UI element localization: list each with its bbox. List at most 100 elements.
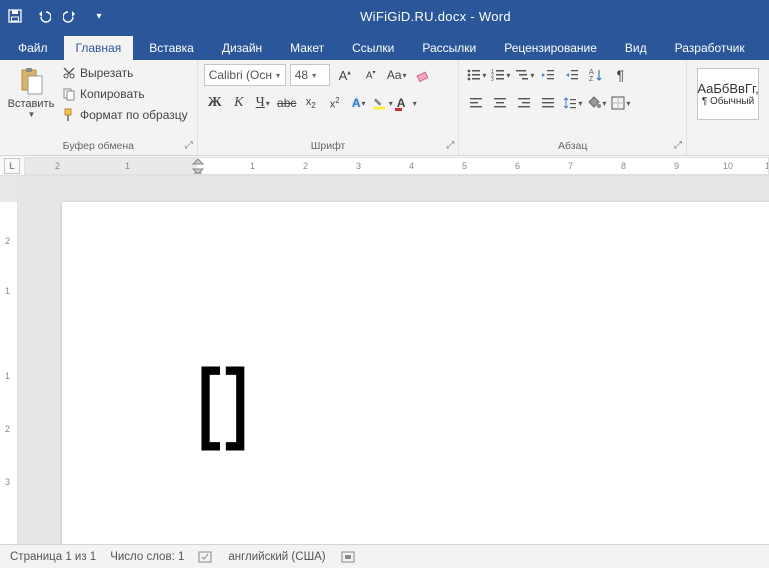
indent-icon <box>564 67 580 83</box>
superscript-button[interactable]: x2 <box>324 92 346 114</box>
tab-file[interactable]: Файл <box>6 36 60 60</box>
window-title: WiFiGiD.RU.docx - Word <box>108 9 763 24</box>
bucket-icon <box>586 95 601 111</box>
format-painter-button[interactable]: Формат по образцу <box>62 106 188 124</box>
style-preview: АаБбВвГг, <box>697 81 758 96</box>
quick-access-toolbar: ▾ <box>6 7 108 25</box>
show-marks-button[interactable]: ¶ <box>609 64 631 86</box>
text-effects-button[interactable]: A▾ <box>348 92 370 114</box>
horizontal-ruler[interactable]: 2 1 1 2 3 4 5 6 7 8 9 10 11 <box>24 157 769 175</box>
copy-label: Копировать <box>80 87 145 101</box>
outdent-icon <box>540 67 556 83</box>
ribbon: Вставить ▼ Вырезать Копировать Формат по… <box>0 60 769 156</box>
status-page[interactable]: Страница 1 из 1 <box>10 551 96 563</box>
group-paragraph: ▾ 123▾ ▾ AZ ¶ ▾ ▾ ▾ Абзац⤢ <box>459 60 687 155</box>
multilevel-list-button[interactable]: ▾ <box>513 64 535 86</box>
numbering-button[interactable]: 123▾ <box>489 64 511 86</box>
increase-indent-button[interactable] <box>561 64 583 86</box>
group-styles: АаБбВвГг, ¶ Обычный <box>687 60 769 155</box>
style-normal[interactable]: АаБбВвГг, ¶ Обычный <box>697 68 759 120</box>
highlight-button[interactable]: ▾ <box>372 92 394 114</box>
borders-button[interactable]: ▾ <box>609 92 631 114</box>
numbering-icon: 123 <box>490 67 505 83</box>
sort-button[interactable]: AZ <box>585 64 607 86</box>
page-viewport[interactable] <box>18 176 769 544</box>
font-size-combo[interactable]: 48▾ <box>290 64 330 86</box>
format-painter-label: Формат по образцу <box>80 108 188 122</box>
line-spacing-button[interactable]: ▾ <box>561 92 583 114</box>
subscript-button[interactable]: x2 <box>300 92 322 114</box>
bullets-button[interactable]: ▾ <box>465 64 487 86</box>
clear-formatting-button[interactable] <box>412 64 434 86</box>
eraser-icon <box>415 67 431 83</box>
status-proofing-icon[interactable] <box>198 550 214 564</box>
strikethrough-button[interactable]: abc <box>276 92 298 114</box>
grow-font-button[interactable]: A▴ <box>334 64 356 86</box>
indent-marker-icon[interactable] <box>191 158 205 175</box>
align-right-icon <box>516 95 532 111</box>
line-spacing-icon <box>562 95 577 111</box>
cut-button[interactable]: Вырезать <box>62 64 188 82</box>
status-macro-icon[interactable] <box>340 550 356 564</box>
status-language[interactable]: английский (США) <box>228 551 325 563</box>
style-name: ¶ Обычный <box>702 96 754 107</box>
tab-selector[interactable]: L <box>4 158 20 174</box>
align-left-button[interactable] <box>465 92 487 114</box>
save-icon[interactable] <box>6 7 24 25</box>
dialog-launcher-icon[interactable]: ⤢ <box>674 140 682 151</box>
status-words[interactable]: Число слов: 1 <box>110 551 184 563</box>
tab-references[interactable]: Ссылки <box>340 36 406 60</box>
tab-insert[interactable]: Вставка <box>137 36 206 60</box>
redo-icon[interactable] <box>62 7 80 25</box>
tab-mailings[interactable]: Рассылки <box>410 36 488 60</box>
align-left-icon <box>468 95 484 111</box>
group-clipboard: Вставить ▼ Вырезать Копировать Формат по… <box>0 60 198 155</box>
ruler-area: L 2 1 1 2 3 4 5 6 7 8 9 10 11 <box>0 156 769 176</box>
font-name-combo[interactable]: Calibri (Осн▾ <box>204 64 286 86</box>
align-justify-button[interactable] <box>537 92 559 114</box>
document-area: 2 1 1 2 3 <box>0 176 769 544</box>
svg-text:A: A <box>589 69 594 76</box>
tab-layout[interactable]: Макет <box>278 36 336 60</box>
tab-review[interactable]: Рецензирование <box>492 36 609 60</box>
customize-qat-icon[interactable]: ▾ <box>90 7 108 25</box>
change-case-button[interactable]: Aa▾ <box>386 64 408 86</box>
group-label-paragraph: Абзац⤢ <box>459 138 686 155</box>
bold-button[interactable]: Ж <box>204 92 226 114</box>
chevron-down-icon[interactable]: ▼ <box>28 110 36 119</box>
align-justify-icon <box>540 95 556 111</box>
align-center-icon <box>492 95 508 111</box>
group-label-font: Шрифт⤢ <box>198 138 459 155</box>
align-right-button[interactable] <box>513 92 535 114</box>
tab-home[interactable]: Главная <box>64 36 134 60</box>
undo-icon[interactable] <box>34 7 52 25</box>
brush-icon <box>62 108 76 122</box>
cut-label: Вырезать <box>80 66 133 80</box>
borders-icon <box>610 95 625 111</box>
sort-icon: AZ <box>588 67 604 83</box>
tab-design[interactable]: Дизайн <box>210 36 274 60</box>
title-bar: ▾ WiFiGiD.RU.docx - Word <box>0 0 769 32</box>
paste-label: Вставить <box>8 98 55 110</box>
align-center-button[interactable] <box>489 92 511 114</box>
copy-icon <box>62 87 76 101</box>
highlight-icon <box>373 95 388 111</box>
bullets-icon <box>466 67 481 83</box>
italic-button[interactable]: К <box>228 92 250 114</box>
underline-button[interactable]: Ч▾ <box>252 92 274 114</box>
font-color-button[interactable]: A▾ <box>396 92 418 114</box>
group-label-clipboard: Буфер обмена⤢ <box>0 138 197 155</box>
decrease-indent-button[interactable] <box>537 64 559 86</box>
document-page[interactable] <box>62 202 769 544</box>
tab-view[interactable]: Вид <box>613 36 659 60</box>
dialog-launcher-icon[interactable]: ⤢ <box>446 140 454 151</box>
ribbon-tabs: Файл Главная Вставка Дизайн Макет Ссылки… <box>0 32 769 60</box>
shrink-font-button[interactable]: A▾ <box>360 64 382 86</box>
shading-button[interactable]: ▾ <box>585 92 607 114</box>
copy-button[interactable]: Копировать <box>62 85 188 103</box>
vertical-ruler[interactable]: 2 1 1 2 3 <box>0 176 18 544</box>
dialog-launcher-icon[interactable]: ⤢ <box>185 140 193 151</box>
tab-developer[interactable]: Разработчик <box>663 36 757 60</box>
paste-button[interactable]: Вставить ▼ <box>6 64 56 119</box>
svg-text:Z: Z <box>589 76 594 83</box>
